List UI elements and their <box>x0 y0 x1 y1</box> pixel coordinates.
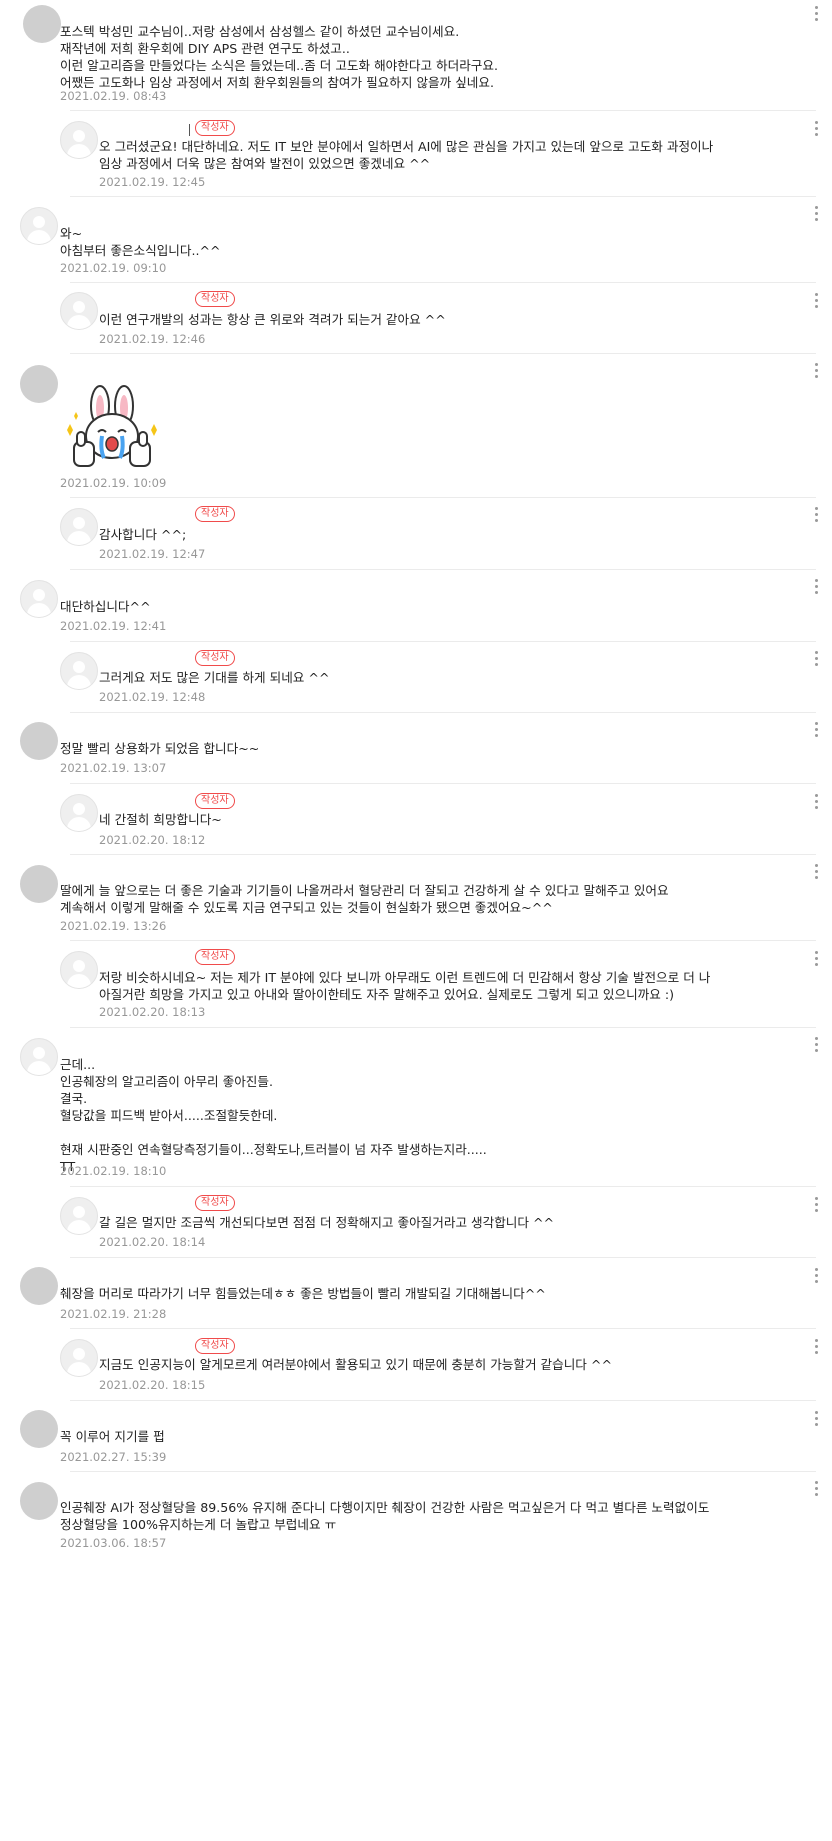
comment-item: 2021.02.19. 10:09 <box>0 354 832 497</box>
reply-date: 2021.02.20. 18:13 <box>99 1005 206 1019</box>
reply-text: 이런 연구개발의 성과는 항상 큰 위로와 격려가 되는거 같아요 ^^ <box>99 312 446 327</box>
comment-date: 2021.02.27. 15:39 <box>60 1450 167 1464</box>
more-options-icon[interactable] <box>811 3 821 23</box>
more-options-icon[interactable] <box>811 1408 821 1428</box>
more-options-icon[interactable] <box>811 290 821 310</box>
reply-item: 작성자 네 간절히 희망합니다~ 2021.02.20. 18:12 <box>0 784 832 854</box>
more-options-icon[interactable] <box>811 360 821 380</box>
avatar[interactable] <box>20 722 58 760</box>
avatar[interactable] <box>60 121 98 159</box>
more-options-icon[interactable] <box>811 1336 821 1356</box>
comment-text: 포스텍 박성민 교수님이..저랑 삼성에서 삼성헬스 같이 하셨던 교수님이세요… <box>60 24 498 90</box>
author-badge: 작성자 <box>195 291 235 307</box>
comment-text: 인공췌장 AI가 정상혈당을 89.56% 유지해 준다니 다행이지만 췌장이 … <box>60 1500 710 1532</box>
reply-text: 지금도 인공지능이 알게모르게 여러분야에서 활용되고 있기 때문에 충분히 가… <box>99 1357 612 1372</box>
reply-item: 작성자 그러게요 저도 많은 기대를 하게 되네요 ^^ 2021.02.19.… <box>0 642 832 712</box>
more-options-icon[interactable] <box>811 861 821 881</box>
comment-item: 포스텍 박성민 교수님이..저랑 삼성에서 삼성헬스 같이 하셨던 교수님이세요… <box>0 0 832 110</box>
comment-text: 꼭 이루어 지기를 펍 <box>60 1429 165 1444</box>
reply-item: 작성자 이런 연구개발의 성과는 항상 큰 위로와 격려가 되는거 같아요 ^^… <box>0 283 832 353</box>
more-options-icon[interactable] <box>811 648 821 668</box>
reply-item: 작성자 저랑 비슷하시네요~ 저는 제가 IT 분야에 있다 보니까 아무래도 … <box>0 941 832 1027</box>
reply-date: 2021.02.19. 12:45 <box>99 175 206 189</box>
reply-text: 네 간절히 희망합니다~ <box>99 812 222 827</box>
comment-text: 와~ 아침부터 좋은소식입니다..^^ <box>60 226 221 258</box>
author-badge: 작성자 <box>195 1338 235 1354</box>
author-badge: 작성자 <box>195 650 235 666</box>
comment-date: 2021.02.19. 10:09 <box>60 476 167 490</box>
comment-text: 대단하십니다^^ <box>60 599 151 614</box>
avatar[interactable] <box>20 1482 58 1520</box>
reply-date: 2021.02.20. 18:15 <box>99 1378 206 1392</box>
comment-text: 췌장을 머리로 따라가기 너무 힘들었는데ㅎㅎ 좋은 방법들이 빨리 개발되길 … <box>60 1286 546 1301</box>
avatar[interactable] <box>23 5 61 43</box>
reply-date: 2021.02.20. 18:12 <box>99 833 206 847</box>
comment-date: 2021.02.19. 18:10 <box>60 1164 167 1178</box>
avatar[interactable] <box>20 865 58 903</box>
comment-date: 2021.02.19. 12:41 <box>60 619 167 633</box>
comment-date: 2021.02.19. 08:43 <box>60 89 167 103</box>
avatar[interactable] <box>20 580 58 618</box>
avatar[interactable] <box>20 365 58 403</box>
comment-item: 췌장을 머리로 따라가기 너무 힘들었는데ㅎㅎ 좋은 방법들이 빨리 개발되길 … <box>0 1258 832 1328</box>
avatar[interactable] <box>60 292 98 330</box>
comment-text: 정말 빨리 상용화가 되었음 합니다~~ <box>60 741 260 756</box>
reply-item: 작성자 오 그러셨군요! 대단하네요. 저도 IT 보안 분야에서 일하면서 A… <box>0 111 832 196</box>
comment-text: 딸에게 늘 앞으로는 더 좋은 기술과 기기들이 나올꺼라서 혈당관리 더 잘되… <box>60 883 669 915</box>
avatar[interactable] <box>20 1267 58 1305</box>
author-badge: 작성자 <box>195 506 235 522</box>
more-options-icon[interactable] <box>811 504 821 524</box>
reply-item: 작성자 갈 길은 멀지만 조금씩 개선되다보면 점점 더 정확해지고 좋아질거라… <box>0 1187 832 1257</box>
comment-item: 정말 빨리 상용화가 되었음 합니다~~ 2021.02.19. 13:07 <box>0 713 832 783</box>
more-options-icon[interactable] <box>811 576 821 596</box>
more-options-icon[interactable] <box>811 118 821 138</box>
avatar[interactable] <box>60 951 98 989</box>
comment-date: 2021.02.19. 13:26 <box>60 919 167 933</box>
avatar[interactable] <box>60 1197 98 1235</box>
reply-text: 갈 길은 멀지만 조금씩 개선되다보면 점점 더 정확해지고 좋아질거라고 생각… <box>99 1215 555 1230</box>
reply-item: 작성자 지금도 인공지능이 알게모르게 여러분야에서 활용되고 있기 때문에 충… <box>0 1329 832 1400</box>
comment-item: 와~ 아침부터 좋은소식입니다..^^ 2021.02.19. 09:10 <box>0 197 832 282</box>
more-options-icon[interactable] <box>811 1194 821 1214</box>
avatar[interactable] <box>20 1410 58 1448</box>
author-badge: 작성자 <box>195 793 235 809</box>
author-badge: 작성자 <box>195 120 235 136</box>
avatar[interactable] <box>20 1038 58 1076</box>
reply-date: 2021.02.19. 12:47 <box>99 547 206 561</box>
more-options-icon[interactable] <box>811 203 821 223</box>
bunny-thumbs-up-sticker <box>67 385 157 467</box>
comment-item: 꼭 이루어 지기를 펍 2021.02.27. 15:39 <box>0 1401 832 1471</box>
comment-date: 2021.03.06. 18:57 <box>60 1536 167 1550</box>
more-options-icon[interactable] <box>811 1034 821 1054</box>
comment-item: 대단하십니다^^ 2021.02.19. 12:41 <box>0 570 832 641</box>
reply-text: 감사합니다 ^^; <box>99 527 187 542</box>
comment-text: 근데... 인공췌장의 알고리즘이 아무리 좋아진들. 결국. 혈당값을 피드백… <box>60 1057 487 1174</box>
reply-date: 2021.02.19. 12:46 <box>99 332 206 346</box>
comment-date: 2021.02.19. 21:28 <box>60 1307 167 1321</box>
comment-item: 근데... 인공췌장의 알고리즘이 아무리 좋아진들. 결국. 혈당값을 피드백… <box>0 1028 832 1186</box>
avatar[interactable] <box>60 794 98 832</box>
more-options-icon[interactable] <box>811 791 821 811</box>
avatar[interactable] <box>60 652 98 690</box>
avatar[interactable] <box>60 1339 98 1377</box>
more-options-icon[interactable] <box>811 948 821 968</box>
avatar[interactable] <box>60 508 98 546</box>
avatar[interactable] <box>20 207 58 245</box>
author-badge: 작성자 <box>195 949 235 965</box>
comment-date: 2021.02.19. 13:07 <box>60 761 167 775</box>
reply-date: 2021.02.19. 12:48 <box>99 690 206 704</box>
comment-date: 2021.02.19. 09:10 <box>60 261 167 275</box>
reply-text: 저랑 비슷하시네요~ 저는 제가 IT 분야에 있다 보니까 아무래도 이런 트… <box>99 970 711 1002</box>
author-badge: 작성자 <box>195 1195 235 1211</box>
comment-item: 딸에게 늘 앞으로는 더 좋은 기술과 기기들이 나올꺼라서 혈당관리 더 잘되… <box>0 855 832 940</box>
reply-text: 그러게요 저도 많은 기대를 하게 되네요 ^^ <box>99 670 330 685</box>
reply-item: 작성자 감사합니다 ^^; 2021.02.19. 12:47 <box>0 498 832 569</box>
more-options-icon[interactable] <box>811 719 821 739</box>
comment-item: 인공췌장 AI가 정상혈당을 89.56% 유지해 준다니 다행이지만 췌장이 … <box>0 1472 832 1841</box>
more-options-icon[interactable] <box>811 1265 821 1285</box>
reply-text: 오 그러셨군요! 대단하네요. 저도 IT 보안 분야에서 일하면서 AI에 많… <box>99 139 714 171</box>
reply-date: 2021.02.20. 18:14 <box>99 1235 206 1249</box>
more-options-icon[interactable] <box>811 1478 821 1498</box>
text-cursor <box>189 124 190 136</box>
